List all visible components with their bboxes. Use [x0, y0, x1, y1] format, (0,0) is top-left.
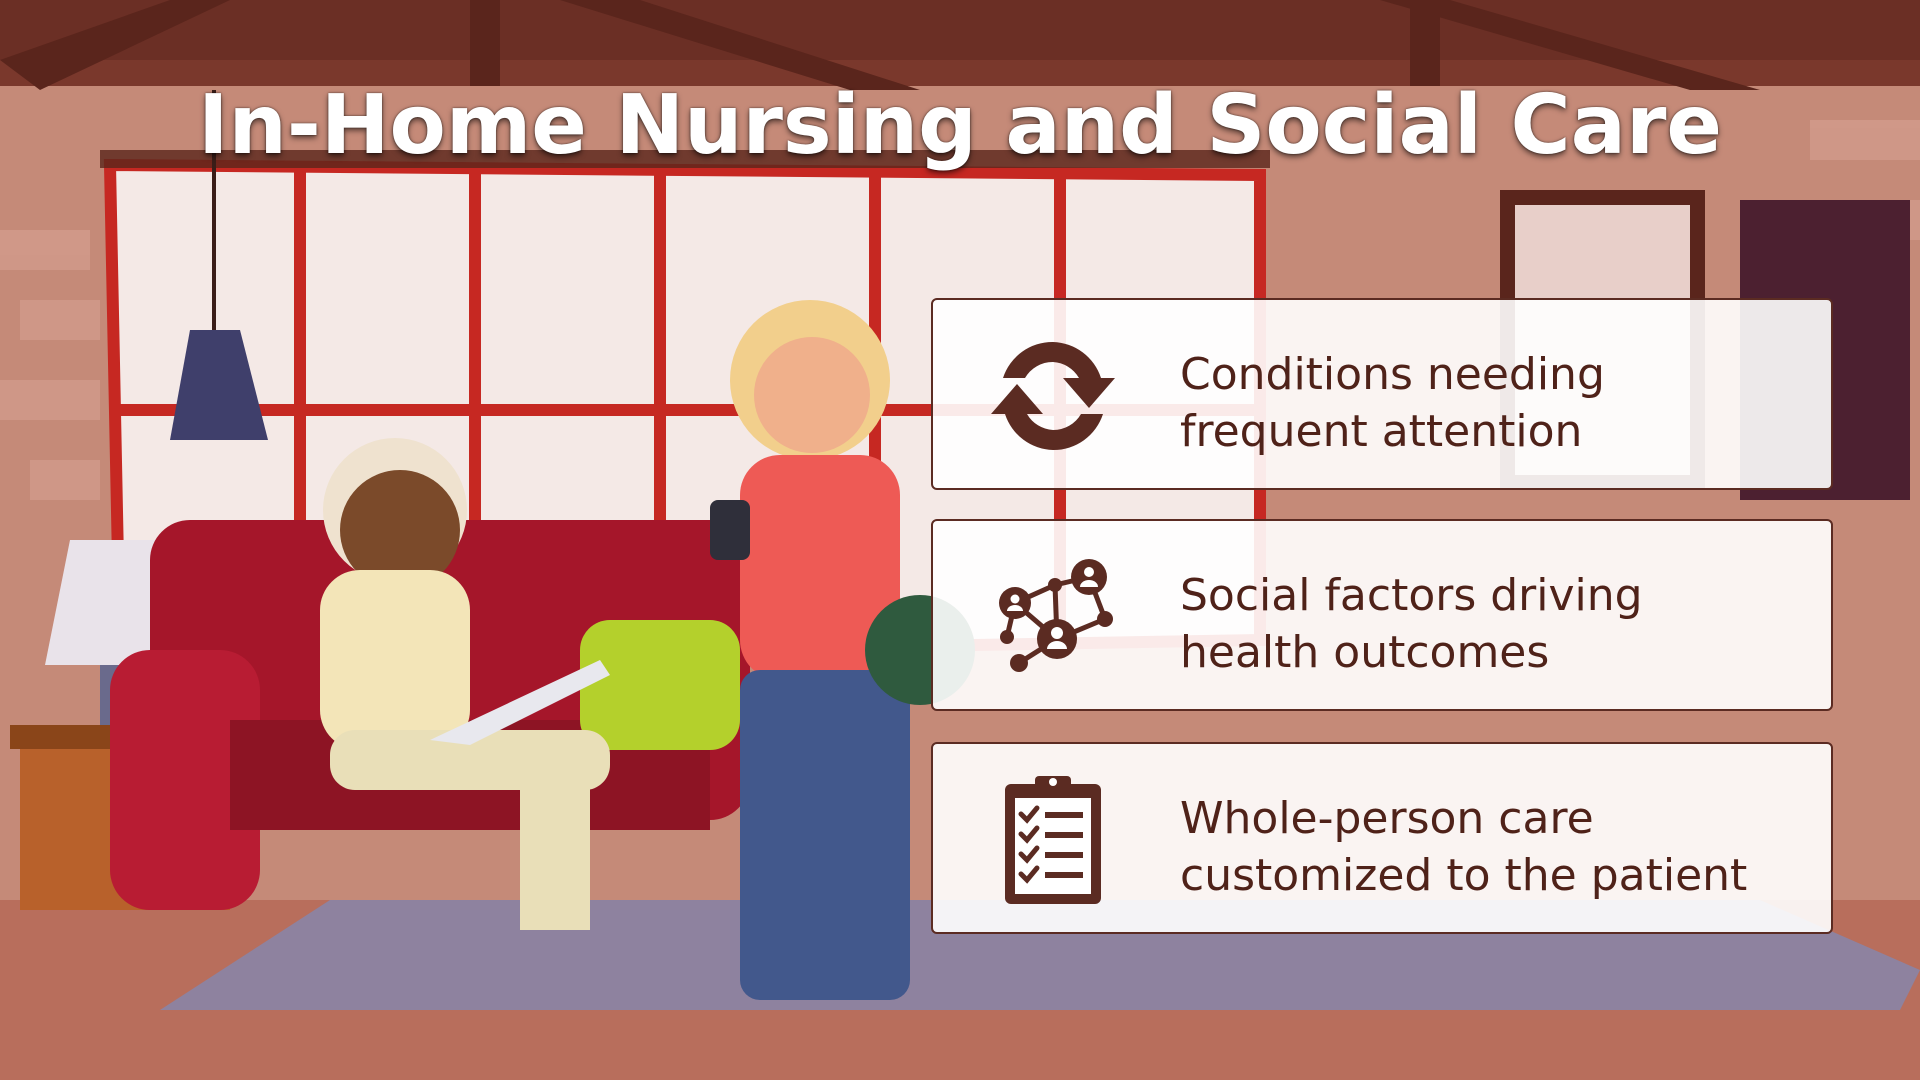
- card-social-factors: Social factors driving health outcomes: [931, 519, 1833, 711]
- card-text: Whole-person care customized to the pati…: [1180, 793, 1748, 901]
- clipboard-checklist-icon: [1005, 776, 1101, 904]
- card-text: Conditions needing frequent attention: [1180, 349, 1605, 457]
- social-network-icon: [999, 559, 1113, 672]
- page-title: In-Home Nursing and Social Care: [197, 78, 1723, 173]
- card-whole-person-care: Whole-person care customized to the pati…: [931, 742, 1833, 934]
- card-conditions: Conditions needing frequent attention: [931, 298, 1833, 490]
- refresh-cycle-icon: [991, 341, 1115, 451]
- card-text: Social factors driving health outcomes: [1180, 570, 1643, 678]
